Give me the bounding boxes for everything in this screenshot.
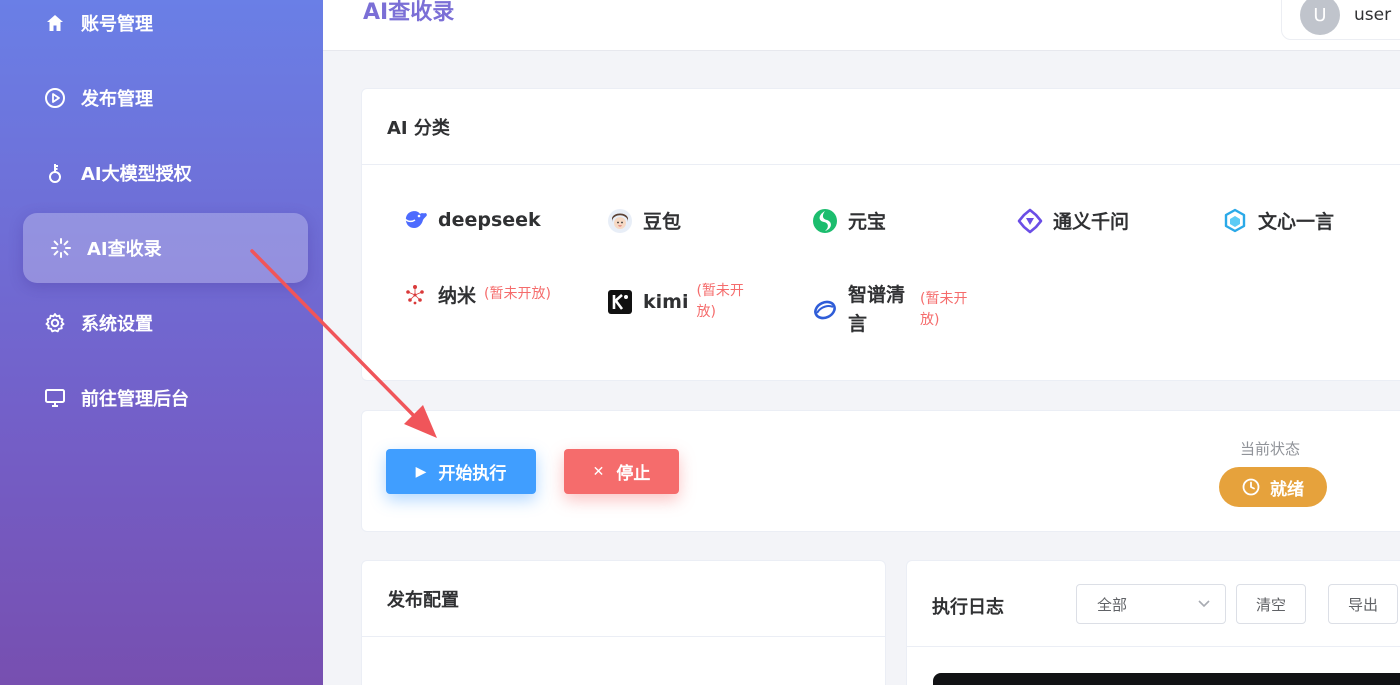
sidebar-item-label: 账号管理 (81, 14, 153, 35)
not-open-tag: (暂未开放) (696, 283, 744, 320)
ai-option-zhipu: 智谱清言 (暂未开放) (812, 281, 982, 338)
sidebar-item-ai-model-auth[interactable]: AI大模型授权 (23, 138, 308, 208)
sidebar-item-account-management[interactable]: 账号管理 (23, 0, 308, 58)
status-label: 当前状态 (1240, 440, 1301, 458)
ai-option-yuanbao[interactable]: 元宝 (812, 207, 886, 234)
ai-option-name: 智谱清言 (848, 284, 906, 335)
ai-option-name: 元宝 (848, 211, 887, 233)
user-menu[interactable]: U user (1281, 0, 1400, 40)
log-console (933, 673, 1400, 685)
chevron-down-icon (1197, 595, 1211, 613)
sidebar-item-label: 发布管理 (81, 89, 153, 110)
sidebar-item-publish-management[interactable]: 发布管理 (23, 63, 308, 133)
avatar: U (1300, 0, 1340, 35)
clock-icon (1242, 478, 1260, 496)
close-icon: ✕ (592, 463, 605, 480)
ai-option-nami: 纳米 (暂未开放) (402, 281, 551, 308)
publish-config-card: 发布配置 (361, 560, 886, 685)
ai-option-doubao[interactable]: 豆包 (607, 207, 681, 234)
deepseek-logo-icon (402, 207, 428, 233)
sidebar-item-label: AI大模型授权 (81, 164, 192, 185)
top-header: AI查收录 U user (323, 0, 1400, 51)
tongyi-logo-icon (1017, 208, 1043, 234)
gear-icon (43, 311, 67, 335)
wenxin-logo-icon (1222, 208, 1248, 234)
publish-config-title: 发布配置 (387, 589, 459, 611)
sidebar-item-ai-index-check[interactable]: AI查收录 (23, 213, 308, 283)
export-log-button[interactable]: 导出 (1328, 584, 1398, 624)
loading-icon (49, 236, 73, 260)
ai-category-title: AI 分类 (387, 117, 450, 139)
execution-log-card: 执行日志 全部 清空 导出 (906, 560, 1400, 685)
not-open-tag: (暂未开放) (920, 290, 968, 328)
sidebar-item-admin-console[interactable]: 前往管理后台 (23, 363, 308, 433)
yuanbao-logo-icon (812, 208, 838, 234)
nami-logo-icon (402, 282, 428, 308)
sidebar-item-label: AI查收录 (87, 239, 162, 260)
log-filter-select[interactable]: 全部 (1076, 584, 1226, 624)
sidebar: 账号管理 发布管理 AI大模型授权 AI查收录 系统设置 前往管理后台 (0, 0, 323, 685)
stop-button[interactable]: ✕ 停止 (564, 449, 679, 494)
sidebar-item-label: 前往管理后台 (81, 389, 189, 410)
sidebar-item-label: 系统设置 (81, 314, 153, 335)
start-execution-button[interactable]: ▶ 开始执行 (386, 449, 536, 494)
ai-option-deepseek[interactable]: deepseek (402, 207, 541, 233)
play-icon: ▶ (415, 463, 427, 480)
publish-config-header: 发布配置 (362, 561, 885, 637)
doubao-logo-icon (607, 208, 633, 234)
ai-option-name: 豆包 (643, 211, 682, 233)
ai-option-name: 纳米 (438, 285, 477, 307)
ai-option-name: kimi (643, 291, 689, 313)
execution-control-card: ▶ 开始执行 ✕ 停止 当前状态 就绪 (361, 410, 1400, 532)
zhipu-logo-icon (812, 297, 838, 323)
status-badge: 就绪 (1219, 467, 1327, 507)
ai-category-header: AI 分类 (362, 89, 1400, 165)
execution-log-title: 执行日志 (932, 597, 1004, 618)
execution-log-header: 执行日志 全部 清空 导出 (907, 561, 1400, 647)
kimi-logo-icon (607, 289, 633, 315)
page-title: AI查收录 (363, 0, 455, 25)
ai-option-name: deepseek (438, 209, 541, 231)
ai-category-card: AI 分类 deepseek 豆包 元宝 通义千问 文心一言 纳米 (暂未开放)… (361, 88, 1400, 381)
monitor-icon (43, 386, 67, 410)
ai-option-wenxin[interactable]: 文心一言 (1222, 207, 1334, 234)
key-icon (43, 161, 67, 185)
play-circle-icon (43, 86, 67, 110)
clear-log-button[interactable]: 清空 (1236, 584, 1306, 624)
sidebar-item-system-settings[interactable]: 系统设置 (23, 288, 308, 358)
user-name: user (1354, 5, 1392, 25)
ai-option-name: 文心一言 (1258, 211, 1335, 233)
ai-option-tongyi[interactable]: 通义千问 (1017, 207, 1129, 234)
ai-option-name: 通义千问 (1053, 211, 1130, 233)
home-icon (43, 11, 67, 35)
ai-option-kimi: kimi (暂未开放) (607, 281, 757, 323)
not-open-tag: (暂未开放) (484, 286, 551, 302)
